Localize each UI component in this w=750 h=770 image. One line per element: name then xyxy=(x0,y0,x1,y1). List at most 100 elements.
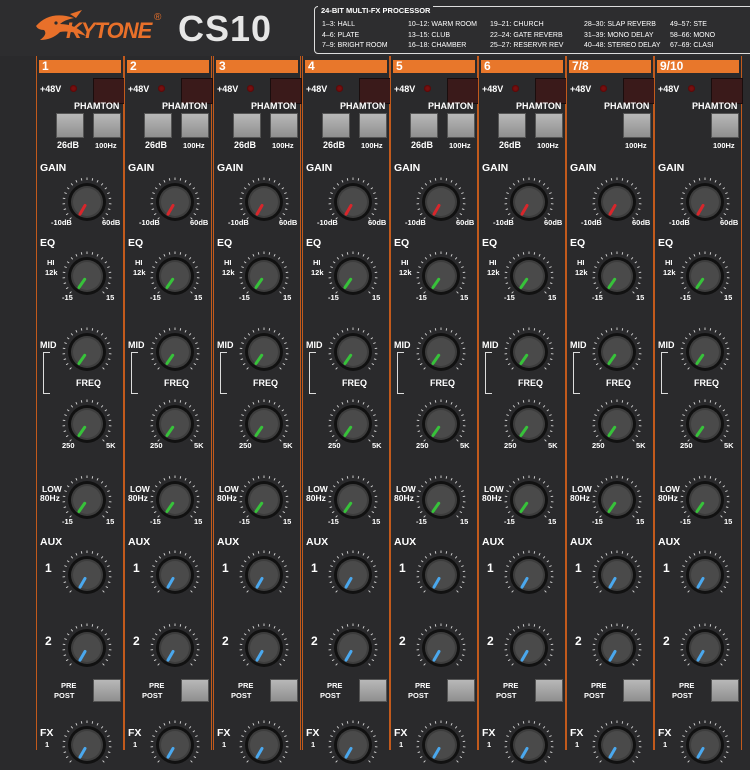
hi-freq-label: 12k xyxy=(45,268,58,277)
hpf-100hz-button[interactable] xyxy=(270,113,298,138)
fx-send-knob[interactable] xyxy=(680,720,730,770)
eq-low-max-label: 15 xyxy=(636,517,644,526)
aux2-knob[interactable] xyxy=(328,623,378,673)
aux1-knob[interactable] xyxy=(239,550,289,600)
pre-post-button[interactable] xyxy=(711,679,739,702)
hpf-100hz-button[interactable] xyxy=(93,113,121,138)
aux1-knob[interactable] xyxy=(592,550,642,600)
eq-label: EQ xyxy=(306,237,321,249)
fx-column: 19–21: CHURCH22–24: GATE REVERB25–27: RE… xyxy=(490,20,563,52)
hi-label: HI xyxy=(224,258,232,267)
eq-label: EQ xyxy=(394,237,409,249)
pad-26db-button[interactable] xyxy=(144,113,172,138)
hpf-100hz-button[interactable] xyxy=(181,113,209,138)
pre-post-button[interactable] xyxy=(93,679,121,702)
aux2-knob[interactable] xyxy=(150,623,200,673)
eq-mid-gain-knob[interactable] xyxy=(62,327,112,377)
freq-label: FREQ xyxy=(164,378,189,388)
fx-send-knob[interactable] xyxy=(239,720,289,770)
gain-max-label: 60dB xyxy=(456,218,474,227)
eq-min-label: -15 xyxy=(239,293,250,302)
aux2-knob[interactable] xyxy=(62,623,112,673)
fx-send-knob[interactable] xyxy=(592,720,642,770)
gain-max-label: 60dB xyxy=(544,218,562,227)
freq-label: FREQ xyxy=(342,378,367,388)
aux2-knob[interactable] xyxy=(504,623,554,673)
pre-post-button[interactable] xyxy=(623,679,651,702)
phantom-switch-label: PHAMTON xyxy=(428,101,473,111)
hpf-100hz-button[interactable] xyxy=(359,113,387,138)
mid-label: MID xyxy=(570,340,587,350)
hi-label: HI xyxy=(665,258,673,267)
aux1-knob[interactable] xyxy=(416,550,466,600)
pre-post-button[interactable] xyxy=(447,679,475,702)
hpf-100hz-button[interactable] xyxy=(623,113,651,138)
fx-send-knob[interactable] xyxy=(416,720,466,770)
eq-mid-gain-knob[interactable] xyxy=(504,327,554,377)
aux2-knob[interactable] xyxy=(416,623,466,673)
model-name: CS10 xyxy=(178,8,272,50)
aux2-knob[interactable] xyxy=(239,623,289,673)
aux1-knob[interactable] xyxy=(150,550,200,600)
eq-max-label: 15 xyxy=(194,293,202,302)
pre-post-button[interactable] xyxy=(270,679,298,702)
eq-mid-gain-knob[interactable] xyxy=(592,327,642,377)
fx-preset-item: 4–6: PLATE xyxy=(322,31,388,42)
aux1-knob[interactable] xyxy=(504,550,554,600)
phantom-label: +48V xyxy=(570,84,591,94)
pre-post-button[interactable] xyxy=(181,679,209,702)
channel-number: 2 xyxy=(127,60,209,73)
fx-send-knob[interactable] xyxy=(62,720,112,770)
aux2-label: 2 xyxy=(575,634,582,648)
pre-post-button[interactable] xyxy=(535,679,563,702)
fx-preset-item: 10–12: WARM ROOM xyxy=(408,20,477,31)
eq-mid-gain-knob[interactable] xyxy=(680,327,730,377)
fx1-label: 1 xyxy=(487,740,491,749)
eq-max-label: 15 xyxy=(548,293,556,302)
phantom-switch-label: PHAMTON xyxy=(251,101,296,111)
aux1-knob[interactable] xyxy=(328,550,378,600)
eq-max-label: 15 xyxy=(106,293,114,302)
mid-bracket xyxy=(220,352,227,394)
mid-label: MID xyxy=(658,340,675,350)
hpf-100hz-label: 100Hz xyxy=(449,141,471,150)
fx-send-knob[interactable] xyxy=(504,720,554,770)
aux2-knob[interactable] xyxy=(592,623,642,673)
eq-mid-gain-knob[interactable] xyxy=(328,327,378,377)
pad-26db-button[interactable] xyxy=(322,113,350,138)
freq-min-label: 250 xyxy=(62,441,75,450)
aux1-knob[interactable] xyxy=(62,550,112,600)
post-label: POST xyxy=(54,691,74,700)
pad-26db-button[interactable] xyxy=(498,113,526,138)
aux-label: AUX xyxy=(217,536,239,548)
mid-bracket xyxy=(397,352,404,394)
phantom-switch-label: PHAMTON xyxy=(692,101,737,111)
eq-low-max-label: 15 xyxy=(460,517,468,526)
pad-26db-button[interactable] xyxy=(410,113,438,138)
phantom-switch-label: PHAMTON xyxy=(604,101,649,111)
pad-26db-button[interactable] xyxy=(56,113,84,138)
pad-26db-button[interactable] xyxy=(233,113,261,138)
aux2-knob[interactable] xyxy=(680,623,730,673)
fx-preset-item: 13–15: CLUB xyxy=(408,31,477,42)
pre-post-button[interactable] xyxy=(359,679,387,702)
eq-max-label: 15 xyxy=(372,293,380,302)
fx-preset-item: 1–3: HALL xyxy=(322,20,388,31)
hpf-100hz-button[interactable] xyxy=(447,113,475,138)
aux1-knob[interactable] xyxy=(680,550,730,600)
hi-label: HI xyxy=(313,258,321,267)
aux-label: AUX xyxy=(482,536,504,548)
mid-label: MID xyxy=(128,340,145,350)
pad-26db-label: 26dB xyxy=(323,140,345,150)
mid-bracket xyxy=(43,352,50,394)
fx1-label: 1 xyxy=(133,740,137,749)
eq-mid-gain-knob[interactable] xyxy=(150,327,200,377)
eq-mid-gain-knob[interactable] xyxy=(416,327,466,377)
hpf-100hz-button[interactable] xyxy=(535,113,563,138)
phantom-label: +48V xyxy=(482,84,503,94)
fx-send-knob[interactable] xyxy=(328,720,378,770)
hpf-100hz-button[interactable] xyxy=(711,113,739,138)
fx-preset-item: 58–66: MONO xyxy=(670,31,715,42)
fx-send-knob[interactable] xyxy=(150,720,200,770)
eq-mid-gain-knob[interactable] xyxy=(239,327,289,377)
